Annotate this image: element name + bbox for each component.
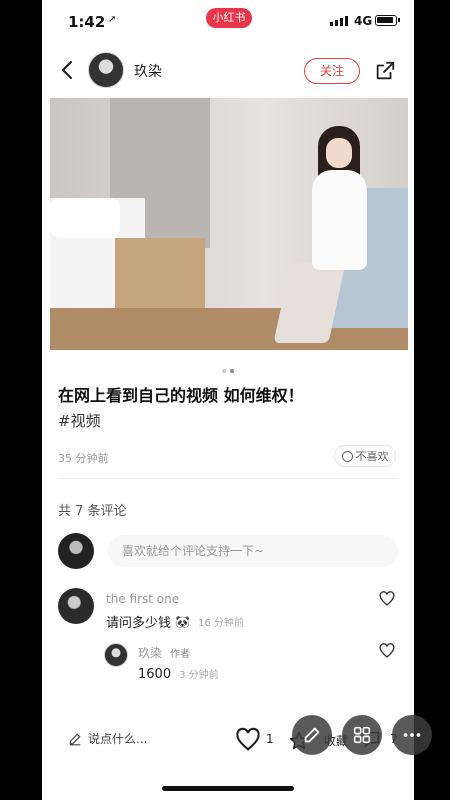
carousel-dot-active [230,369,234,373]
battery-icon [375,15,400,26]
comments-count: 共 7 条评论 [58,504,127,519]
pencil-icon [304,727,320,743]
follow-button[interactable]: 关注 [304,58,360,84]
say-something-input[interactable]: 说点什么... [68,730,147,747]
author-name[interactable]: 玖染 [134,61,162,81]
panda-emoji-icon: 🐼 [175,614,190,629]
more-dots-icon [403,733,421,737]
reply-user-row: 玖染 作者 [138,644,190,661]
sad-face-icon [341,450,353,462]
network-label: 4G [354,14,373,28]
my-avatar [58,533,94,569]
comment-time: 16 分钟前 [197,618,244,629]
phone-screen: 1:42 ➚ 小红书 4G 玖染 关注 在网上看到自己的视频 如何维权！ #视频… [42,0,414,800]
comment-username[interactable]: the first one [106,592,179,606]
say-placeholder: 说点什么... [88,732,148,746]
back-icon[interactable] [56,58,80,82]
floating-edit-button[interactable] [292,715,332,755]
status-bar: 1:42 ➚ 小红书 4G [42,0,414,44]
dislike-button[interactable]: 不喜欢 [334,445,396,467]
divider [58,478,398,479]
post-header: 玖染 关注 [42,48,414,94]
post-title: 在网上看到自己的视频 如何维权！ [58,386,304,405]
carousel-dot [222,369,226,373]
post-media-image[interactable] [50,98,408,350]
author-tag: 作者 [170,649,191,660]
home-indicator [162,786,294,791]
reply-time: 3 分钟前 [179,670,219,681]
like-icon[interactable] [234,726,262,754]
reply-author-avatar[interactable] [104,643,128,667]
signal-icon [330,16,348,26]
grid-icon [353,726,371,744]
dislike-label: 不喜欢 [355,450,389,463]
location-arrow-icon: ➚ [108,14,117,25]
share-icon[interactable] [374,60,396,82]
floating-more-button[interactable] [392,715,432,755]
carousel-dots [42,358,414,377]
comment-body: 请问多少钱 🐼 16 分钟前 [106,612,244,632]
reply-text: 1600 [138,667,172,682]
reply-body: 1600 3 分钟前 [138,666,219,682]
author-avatar[interactable] [88,52,124,88]
comment-like-icon[interactable] [378,590,396,608]
reply-like-icon[interactable] [378,642,396,660]
comment-text: 请问多少钱 [106,616,172,631]
reply-username[interactable]: 玖染 [138,644,162,661]
like-count: 1 [266,732,274,746]
floating-grid-button[interactable] [342,715,382,755]
post-time: 35 分钟前 [58,452,109,465]
post-hashtag[interactable]: #视频 [58,410,101,431]
app-badge: 小红书 [206,8,252,28]
status-time: 1:42 [68,13,106,31]
pen-icon [69,733,81,745]
comment-input[interactable]: 喜欢就给个评论支持一下~ [108,535,398,567]
commenter-avatar[interactable] [58,588,94,624]
